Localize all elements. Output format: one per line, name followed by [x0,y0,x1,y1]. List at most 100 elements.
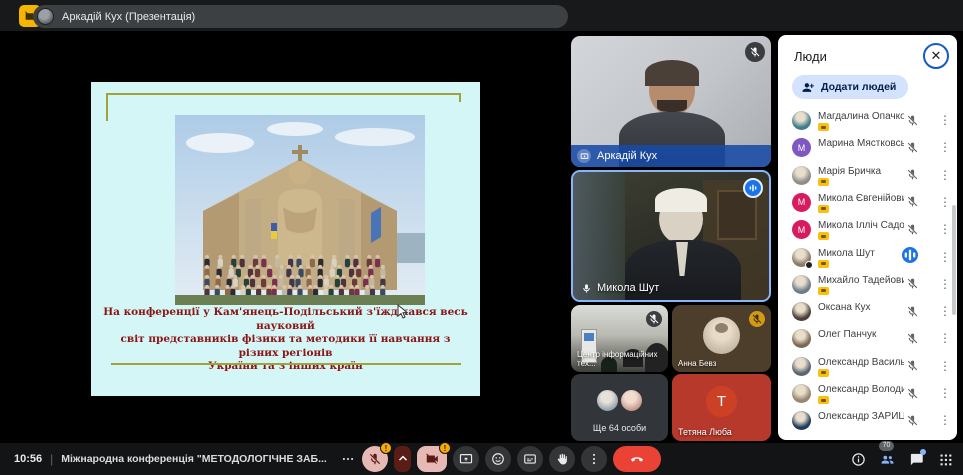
status-badge [818,287,829,295]
captions-button[interactable] [517,446,543,472]
video-tile-more-people[interactable]: Ще 64 особи [571,374,668,441]
participant-name: Марія Бричка [818,166,904,177]
avatar [792,248,811,267]
video-tile-mykola-shut[interactable]: Микола Шут [571,170,771,302]
people-panel: Люди ✕ Додати людей Магдалина Опачко⋮MМа… [778,35,957,440]
mic-off-icon[interactable] [904,112,920,128]
participant-row[interactable]: MМикола Євгенійович Ч...⋮ [778,189,957,216]
mic-off-icon [745,42,765,62]
panel-controls: 70 [848,443,955,475]
scrollbar[interactable] [952,205,956,315]
participant-name: Олександр Васильови... [818,357,904,368]
status-badge [818,232,829,240]
mic-off-icon[interactable] [904,167,920,183]
slide-frame-line [459,93,461,102]
more-actions-icon[interactable]: ⋮ [938,248,952,266]
more-actions-icon[interactable]: ⋮ [938,384,952,402]
meet-window: Аркадій Кух (Презентація) [0,0,963,475]
status-badge [818,396,829,404]
mic-off-icon[interactable] [904,276,920,292]
mic-off-icon[interactable] [904,303,920,319]
more-actions-icon[interactable]: ⋮ [938,275,952,293]
participant-row[interactable]: Олександр ЗАРИЦЬКИЙ⋮ [778,407,957,434]
mic-off-icon[interactable] [904,385,920,401]
reactions-button[interactable] [485,446,511,472]
mic-off-icon[interactable] [904,412,920,428]
avatar [792,357,811,376]
mic-off-warning-icon [749,311,765,327]
more-actions-icon[interactable]: ⋮ [938,166,952,184]
participant-row[interactable]: Олександр Володими...⋮ [778,380,957,407]
more-actions-icon[interactable]: ⋮ [938,357,952,375]
mic-off-icon[interactable] [904,330,920,346]
avatar [792,329,811,348]
warning-badge: ! [380,442,392,454]
participant-row[interactable]: Оксана Кух⋮ [778,298,957,325]
video-tile-tetiana-liuba[interactable]: T Тетяна Люба [672,374,771,441]
meeting-title: Міжнародна конференція "МЕТОДОЛОГІЧНЕ ЗА… [61,453,327,465]
top-bar: Аркадій Кух (Презентація) [0,0,963,31]
mic-off-icon [646,311,662,327]
participant-name: Магдалина Опачко [818,111,904,122]
microphone-button[interactable]: ! [362,446,388,472]
more-messages-button[interactable] [340,446,356,472]
presenter-pill[interactable]: Аркадій Кух (Презентація) [33,5,568,28]
mic-off-icon[interactable] [904,221,920,237]
more-actions-icon[interactable]: ⋮ [938,138,952,156]
more-actions-icon[interactable]: ⋮ [938,302,952,320]
camera-button[interactable]: ! [417,446,447,472]
mic-off-icon[interactable] [904,358,920,374]
activities-button[interactable] [935,449,955,469]
participant-name: Марина Мястковська [818,138,904,149]
participant-row[interactable]: M Марина Мястковська ⋮ [778,134,957,161]
raise-hand-button[interactable] [549,446,575,472]
meeting-details-button[interactable] [848,449,868,469]
end-call-button[interactable] [613,446,661,472]
divider: | [50,452,53,466]
chat-button[interactable] [906,449,926,469]
avatar [792,384,811,403]
status-badge [818,369,829,377]
participant-row[interactable]: Олег Панчук⋮ [778,325,957,352]
avatar: M [792,220,811,239]
participant-row[interactable]: Михайло Тадейович М... ⋮ [778,271,957,298]
more-actions-icon[interactable]: ⋮ [938,193,952,211]
slide-photo-monument [175,115,425,305]
more-options-button[interactable] [581,446,607,472]
status-badge [818,178,829,186]
people-button[interactable]: 70 [877,449,897,469]
video-tile-anna-bevz[interactable]: Анна Бевз [672,305,771,372]
more-actions-icon[interactable]: ⋮ [938,220,952,238]
more-actions-icon[interactable]: ⋮ [938,111,952,129]
status-badge [818,260,829,268]
participant-row[interactable]: Марія Бричка ⋮ [778,162,957,189]
close-icon[interactable]: ✕ [923,43,949,69]
participant-hair [645,60,699,86]
avatar [792,166,811,185]
avatar [792,111,811,130]
present-now-button[interactable] [453,446,479,472]
participant-row[interactable]: Магдалина Опачко ⋮ [778,107,957,134]
people-panel-title: Люди [794,49,827,64]
clock: 10:56 [14,453,42,465]
video-tile-center-info-tech[interactable]: Центр інформаційних тех... [571,305,668,372]
avatar: M [792,138,811,157]
shared-slide[interactable]: На конференції у Кам'янець-Подільський з… [91,82,480,396]
participant-row[interactable]: MМикола Ілліч Садовий⋮ [778,216,957,243]
participant-name: Михайло Тадейович М... [818,275,904,286]
slide-frame-line [106,93,461,95]
meeting-info: 10:56 | Міжнародна конференція "МЕТОДОЛО… [14,443,327,475]
tile-name-label: Тетяна Люба [678,427,732,437]
presenter-label: Аркадій Кух (Презентація) [62,11,195,23]
participant-count-badge: 70 [879,441,894,451]
video-tile-arkadii-kukh[interactable]: Аркадій Кух [571,36,771,167]
participant-row[interactable]: Микола Шут⋮ [778,244,957,271]
more-actions-icon[interactable]: ⋮ [938,329,952,347]
participant-list: Магдалина Опачко⋮MМарина Мястковська⋮Мар… [778,95,957,440]
mic-options-button[interactable] [394,446,411,472]
more-actions-icon[interactable]: ⋮ [938,411,952,429]
mic-off-icon[interactable] [904,194,920,210]
participant-row[interactable]: Олександр Васильови... ⋮ [778,353,957,380]
mic-off-icon[interactable] [904,139,920,155]
notification-dot [920,449,926,455]
